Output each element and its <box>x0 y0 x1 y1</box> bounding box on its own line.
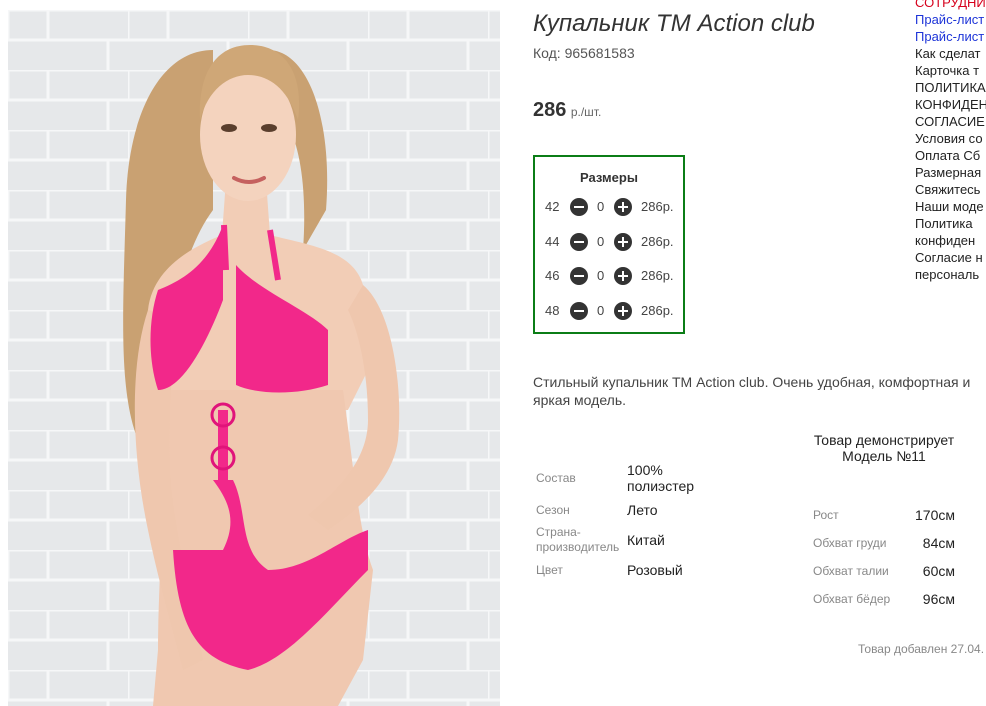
size-row: 42 0 286р. <box>535 196 683 218</box>
model-note: Товар демонстрирует Модель №11 <box>813 432 955 464</box>
sidebar-link[interactable]: Оплата Сб <box>915 147 986 164</box>
measurement-label: Обхват груди <box>813 536 887 550</box>
product-description: Стильный купальник ТМ Action club. Очень… <box>533 374 971 408</box>
minus-circle-icon[interactable] <box>570 233 588 251</box>
sidebar-links: СОТРУДНИЧ Прайс-лист Прайс-лист Как сдел… <box>915 0 986 283</box>
sizes-box: Размеры 42 0 286р. 44 0 286р. 46 0 286р.… <box>533 155 685 334</box>
sidebar-link[interactable]: Согласие н <box>915 249 986 266</box>
spec-label: Цвет <box>536 563 563 577</box>
size-label: 46 <box>545 268 560 283</box>
product-title: Купальник ТМ Action club <box>533 10 815 37</box>
sidebar-link[interactable]: Свяжитесь <box>915 181 986 198</box>
quantity-value[interactable]: 0 <box>597 303 604 318</box>
minus-circle-icon[interactable] <box>570 267 588 285</box>
sidebar-link[interactable]: Наши моде <box>915 198 986 215</box>
measurement-label: Обхват бёдер <box>813 592 891 606</box>
price-unit: р./шт. <box>570 105 602 119</box>
sidebar-link[interactable]: Политика <box>915 215 986 232</box>
sizes-title: Размеры <box>580 170 638 185</box>
quantity-value[interactable]: 0 <box>597 199 604 214</box>
spec-label: Страна-производитель <box>536 525 620 554</box>
plus-circle-icon[interactable] <box>614 233 632 251</box>
sidebar-link[interactable]: персональ <box>915 266 986 283</box>
minus-circle-icon[interactable] <box>570 198 588 216</box>
measurement-value: 84см <box>922 535 955 551</box>
measurement-label: Рост <box>813 508 839 522</box>
spec-label: Состав <box>536 471 576 485</box>
size-label: 48 <box>545 303 560 318</box>
product-code-label: Код: <box>533 45 561 61</box>
measurement-value: 96см <box>922 591 955 607</box>
sidebar-link[interactable]: КОНФИДЕН <box>915 96 986 113</box>
spec-value: Розовый <box>627 562 683 578</box>
plus-circle-icon[interactable] <box>614 198 632 216</box>
size-price: 286р. <box>641 268 674 283</box>
size-row: 46 0 286р. <box>535 265 683 287</box>
spec-value: Китай <box>627 532 665 548</box>
sidebar-link[interactable]: конфиден <box>915 232 986 249</box>
sidebar-link[interactable]: Размерная <box>915 164 986 181</box>
product-code: Код: 965681583 <box>533 45 635 61</box>
sidebar-link[interactable]: Прайс-лист <box>915 28 986 45</box>
added-date: Товар добавлен 27.04. <box>858 642 985 656</box>
measurement-value: 60см <box>922 563 955 579</box>
size-row: 48 0 286р. <box>535 300 683 322</box>
plus-circle-icon[interactable] <box>614 302 632 320</box>
sidebar-link[interactable]: ПОЛИТИКА <box>915 79 986 96</box>
spec-value: Лето <box>627 502 658 518</box>
sidebar-link[interactable]: Условия со <box>915 130 986 147</box>
size-label: 42 <box>545 199 560 214</box>
size-price: 286р. <box>641 234 674 249</box>
sidebar-link[interactable]: Карточка т <box>915 62 986 79</box>
quantity-value[interactable]: 0 <box>597 234 604 249</box>
spec-label: Сезон <box>536 503 570 517</box>
size-label: 44 <box>545 234 560 249</box>
spec-value: 100% полиэстер <box>627 462 695 494</box>
sidebar-link[interactable]: Прайс-лист <box>915 11 986 28</box>
sidebar-link[interactable]: СОГЛАСИЕ <box>915 113 986 130</box>
product-price: 286 р./шт. <box>533 99 601 122</box>
price-value: 286 <box>533 99 567 121</box>
sidebar-link[interactable]: СОТРУДНИЧ <box>915 0 986 11</box>
product-photo-illustration <box>8 10 500 706</box>
size-price: 286р. <box>641 303 674 318</box>
sidebar-link[interactable]: Как сделат <box>915 45 986 62</box>
product-photo[interactable] <box>8 10 500 706</box>
quantity-value[interactable]: 0 <box>597 268 604 283</box>
product-code-value: 965681583 <box>564 45 635 61</box>
measurement-label: Обхват талии <box>813 564 889 578</box>
measurement-value: 170см <box>915 507 955 523</box>
size-price: 286р. <box>641 199 674 214</box>
minus-circle-icon[interactable] <box>570 302 588 320</box>
size-row: 44 0 286р. <box>535 231 683 253</box>
plus-circle-icon[interactable] <box>614 267 632 285</box>
